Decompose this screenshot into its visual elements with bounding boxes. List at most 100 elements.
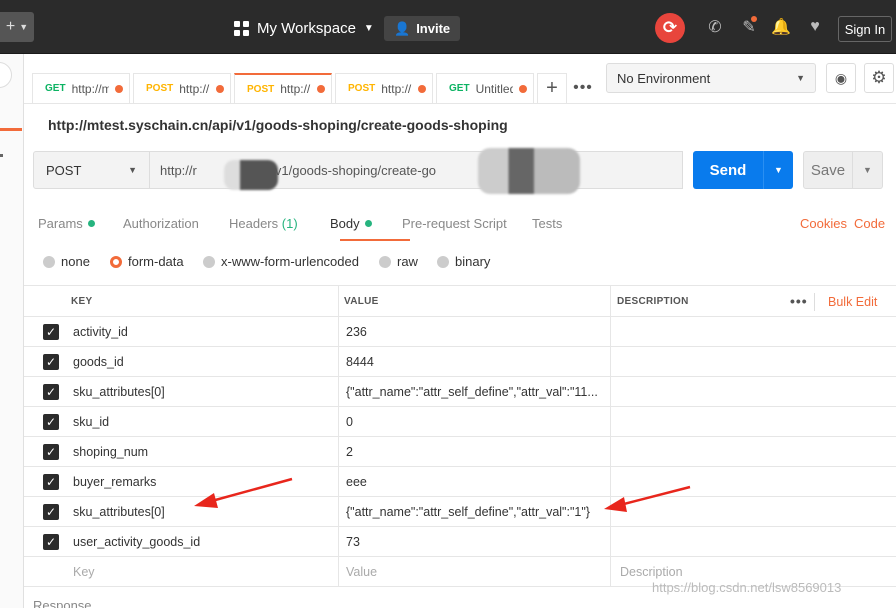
chevron-down-icon: ▼ (796, 73, 805, 83)
tab-method: POST (146, 83, 174, 94)
tab-headers[interactable]: Headers (1) (229, 216, 298, 231)
body-mode-none[interactable]: none (43, 254, 90, 269)
tab-method: POST (247, 83, 275, 95)
column-divider (338, 437, 339, 466)
radio-label: binary (455, 254, 491, 269)
row-value[interactable]: 2 (346, 445, 604, 459)
radio-icon (43, 255, 55, 268)
request-tab-1[interactable]: GET http://m (32, 73, 130, 103)
table-row: ✓ goods_id 8444 (24, 347, 896, 377)
unsaved-dot (115, 84, 123, 93)
row-key[interactable]: sku_id (73, 415, 333, 429)
tab-url: http://m (71, 81, 109, 96)
body-mode-binary[interactable]: binary (437, 254, 490, 269)
body-mode-form-data[interactable]: form-data (110, 254, 184, 269)
tab-body-label: Body (330, 216, 360, 231)
new-button[interactable]: + ▼ (0, 12, 34, 42)
unsaved-dot (317, 85, 325, 93)
bulk-edit-link[interactable]: Bulk Edit (828, 295, 877, 309)
column-divider (610, 527, 611, 556)
status-dot (87, 220, 95, 227)
tab-authorization[interactable]: Authorization (123, 216, 199, 231)
header-description: DESCRIPTION (617, 296, 689, 307)
row-value[interactable]: 8444 (346, 355, 604, 369)
code-link[interactable]: Code (854, 216, 885, 231)
row-key[interactable]: activity_id (73, 325, 333, 339)
method-select[interactable]: POST ▼ (33, 151, 150, 189)
request-tab-2[interactable]: POST http://r (133, 73, 231, 103)
row-checkbox[interactable]: ✓ (43, 324, 59, 340)
row-key[interactable]: goods_id (73, 355, 333, 369)
request-tab-4[interactable]: POST http://r (335, 73, 433, 103)
request-tab-3[interactable]: POST http://r (234, 73, 332, 103)
column-divider (338, 527, 339, 556)
table-row: ✓ shoping_num 2 (24, 437, 896, 467)
new-description-input[interactable]: Description (620, 565, 683, 579)
row-key[interactable]: sku_attributes[0] (73, 385, 333, 399)
column-divider (610, 407, 611, 436)
gear-icon[interactable]: ⚙ (864, 63, 894, 93)
method-label: POST (46, 162, 82, 178)
active-tab-underline (340, 239, 410, 241)
send-options-chevron-icon[interactable]: ▼ (763, 151, 793, 189)
sign-in-button[interactable]: Sign In (838, 16, 892, 42)
workspace-switcher[interactable]: My Workspace ▼ (234, 16, 374, 40)
tab-method: GET (45, 83, 66, 94)
sidebar-search-circle[interactable] (0, 62, 12, 88)
add-tab-button[interactable]: + (537, 73, 567, 103)
row-checkbox[interactable]: ✓ (43, 474, 59, 490)
tab-params[interactable]: Params (38, 216, 95, 231)
new-value-input[interactable]: Value (346, 565, 377, 579)
heart-icon[interactable]: ♥ (806, 18, 824, 36)
sync-icon[interactable]: ⟳ (655, 13, 685, 43)
new-key-input[interactable]: Key (73, 565, 95, 579)
send-button[interactable]: Send (693, 151, 763, 189)
row-value[interactable]: eee (346, 475, 604, 489)
body-mode-urlencoded[interactable]: x-www-form-urlencoded (203, 254, 359, 269)
row-checkbox[interactable]: ✓ (43, 414, 59, 430)
save-button[interactable]: Save (803, 151, 853, 189)
request-subtabs: Params Authorization Headers (1) Body Pr… (24, 208, 896, 242)
save-options-chevron-icon[interactable]: ▼ (853, 151, 883, 189)
column-divider (338, 347, 339, 376)
unsaved-dot (519, 84, 527, 93)
row-value[interactable]: 0 (346, 415, 604, 429)
more-options-icon[interactable]: ••• (790, 293, 808, 309)
cookies-link[interactable]: Cookies (800, 216, 847, 231)
header-divider (814, 293, 815, 311)
invite-button[interactable]: 👤 Invite (384, 16, 461, 41)
tab-tests[interactable]: Tests (532, 216, 562, 231)
row-value[interactable]: 236 (346, 325, 604, 339)
table-header-row: KEY VALUE DESCRIPTION ••• Bulk Edit (24, 285, 896, 317)
row-value[interactable]: {"attr_name":"attr_self_define","attr_va… (346, 385, 604, 399)
tab-prerequest-script[interactable]: Pre-request Script (402, 216, 507, 231)
row-value[interactable]: 73 (346, 535, 604, 549)
row-value[interactable]: {"attr_name":"attr_self_define","attr_va… (346, 505, 604, 519)
row-key[interactable]: sku_attributes[0] (73, 505, 333, 519)
satellite-icon[interactable]: ✆ (706, 18, 724, 36)
row-checkbox[interactable]: ✓ (43, 534, 59, 550)
column-divider (338, 557, 339, 586)
column-divider (338, 377, 339, 406)
tab-headers-label: Headers (229, 216, 279, 231)
top-bar: + ▼ My Workspace ▼ 👤 Invite ⟳ ✆ ✎ 🔔 ♥ Si… (0, 0, 896, 54)
request-tab-5[interactable]: GET Untitled (436, 73, 534, 103)
tab-body[interactable]: Body (330, 216, 372, 231)
unsaved-dot (216, 84, 224, 93)
row-key[interactable]: shoping_num (73, 445, 333, 459)
sidebar-active-indicator (0, 128, 22, 131)
row-checkbox[interactable]: ✓ (43, 354, 59, 370)
eye-icon[interactable]: ◉ (826, 63, 856, 93)
environment-select[interactable]: No Environment ▼ (606, 63, 816, 93)
row-checkbox[interactable]: ✓ (43, 504, 59, 520)
bell-icon[interactable]: 🔔 (771, 18, 791, 36)
row-key[interactable]: buyer_remarks (73, 475, 333, 489)
row-checkbox[interactable]: ✓ (43, 444, 59, 460)
row-key[interactable]: user_activity_goods_id (73, 535, 333, 549)
header-value: VALUE (344, 296, 379, 307)
more-tabs-icon[interactable]: ••• (570, 73, 596, 103)
row-checkbox[interactable]: ✓ (43, 384, 59, 400)
table-row: ✓ user_activity_goods_id 73 (24, 527, 896, 557)
tab-method: GET (449, 83, 470, 94)
body-mode-raw[interactable]: raw (379, 254, 418, 269)
